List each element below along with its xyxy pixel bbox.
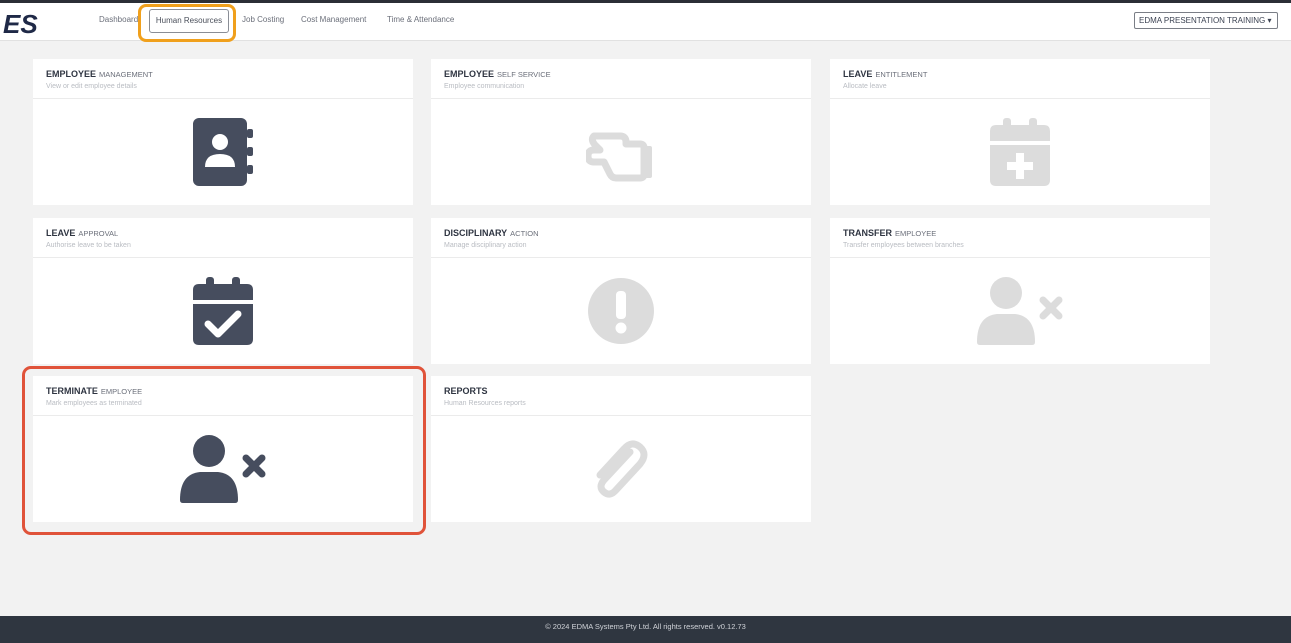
card-title: EMPLOYEE <box>46 69 97 79</box>
header-bar: ES Dashboard Human Resources Job Costing… <box>0 3 1291 42</box>
company-select[interactable]: EDMA PRESENTATION TRAINING ▾ <box>1134 12 1278 29</box>
es-logo[interactable]: ES <box>2 11 62 37</box>
card-title: EMPLOYEE <box>444 69 495 79</box>
card-description: Manage disciplinary action <box>444 242 527 249</box>
card-description: Employee communication <box>444 83 525 90</box>
card-subtitle: MANAGEMENT <box>99 70 153 79</box>
hand-pointing-icon <box>586 132 652 182</box>
card-disciplinary-action[interactable]: DISCIPLINARY ACTION Manage disciplinary a… <box>431 218 811 364</box>
user-remove-icon <box>977 277 1063 345</box>
card-description: View or edit employee details <box>46 83 137 90</box>
card-subtitle: EMPLOYEE <box>895 229 937 238</box>
card-description: Transfer employees between branches <box>843 242 964 249</box>
card-title: REPORTS <box>444 386 488 396</box>
card-subtitle: EMPLOYEE <box>100 387 143 396</box>
card-description: Allocate leave <box>843 83 887 90</box>
card-subtitle: ENTITLEMENT <box>875 70 928 79</box>
card-leave-approval[interactable]: LEAVE APPROVAL Authorise leave to be take… <box>33 218 413 364</box>
user-remove-icon <box>180 435 266 503</box>
card-title: DISCIPLINARY <box>444 228 508 238</box>
nav-job-costing[interactable]: Job Costing <box>242 15 284 24</box>
nav-cost-management[interactable]: Cost Management <box>301 15 366 24</box>
footer-copyright: © 2024 EDMA Systems Pty Ltd. All rights … <box>545 622 746 631</box>
card-subtitle: SELF SERVICE <box>497 70 551 79</box>
card-transfer-employee[interactable]: TRANSFER EMPLOYEE Transfer employees betw… <box>830 218 1210 364</box>
footer: © 2024 EDMA Systems Pty Ltd. All rights … <box>0 616 1291 643</box>
svg-text:ES: ES <box>3 11 38 37</box>
card-description: Mark employees as terminated <box>46 400 142 407</box>
card-subtitle: APPROVAL <box>78 229 119 238</box>
card-leave-entitlement[interactable]: LEAVE ENTITLEMENT Allocate leave <box>830 59 1210 205</box>
card-subtitle: ACTION <box>510 229 539 238</box>
address-book-icon <box>193 118 253 186</box>
card-description: Human Resources reports <box>444 400 526 407</box>
nav-dashboard[interactable]: Dashboard <box>99 15 138 24</box>
nav-time-attendance[interactable]: Time & Attendance <box>387 15 454 24</box>
calendar-check-icon <box>193 277 253 345</box>
exclamation-circle-icon <box>588 278 654 344</box>
calendar-plus-icon <box>990 118 1050 186</box>
card-title: LEAVE <box>843 69 873 79</box>
paperclip-icon <box>596 440 648 498</box>
card-employee-management[interactable]: EMPLOYEE MANAGEMENT View or edit employee… <box>33 59 413 205</box>
card-title: TERMINATE <box>46 386 98 396</box>
card-terminate-employee[interactable]: TERMINATE EMPLOYEE Mark employees as term… <box>33 376 413 522</box>
nav-highlight-outline <box>138 4 236 42</box>
card-description: Authorise leave to be taken <box>46 242 131 249</box>
card-title: LEAVE <box>46 228 76 238</box>
card-reports[interactable]: REPORTS Human Resources reports <box>431 376 811 522</box>
card-employee-self-service[interactable]: EMPLOYEE SELF SERVICE Employee communicat… <box>431 59 811 205</box>
card-title: TRANSFER <box>843 228 892 238</box>
